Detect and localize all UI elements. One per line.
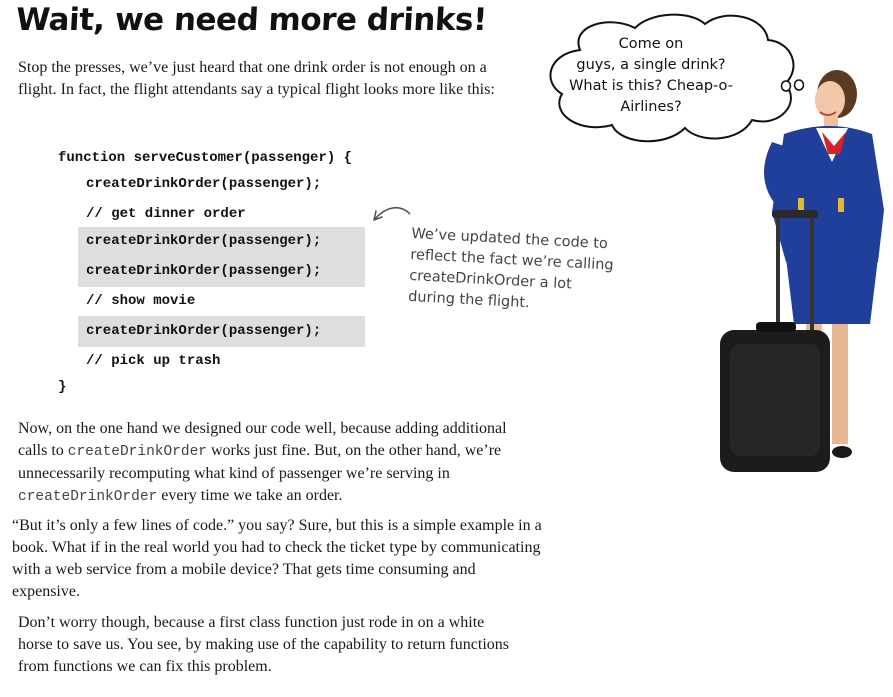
code-line: function serveCustomer(passenger) { (58, 150, 353, 166)
paragraph-3: “But it’s only a few lines of code.” you… (12, 517, 542, 600)
margin-annotation: We’ve updated the code to reflect the fa… (407, 225, 614, 312)
intro-paragraph: Stop the presses, we’ve just heard that … (18, 59, 495, 98)
inline-code: createDrinkOrder (67, 444, 207, 460)
code-line: } (58, 379, 67, 395)
code-line: // get dinner order (86, 206, 246, 222)
code-line: createDrinkOrder(passenger); (86, 176, 322, 192)
inline-code: createDrinkOrder (18, 489, 158, 505)
code-line: createDrinkOrder(passenger); (86, 263, 322, 279)
code-line: // pick up trash (86, 353, 221, 369)
code-line: createDrinkOrder(passenger); (86, 323, 322, 339)
curved-arrow-icon (373, 207, 411, 221)
code-line: // show movie (86, 293, 196, 309)
page-title: Wait, we need more drinks! (15, 2, 488, 38)
paragraph-4: Don’t worry though, because a first clas… (18, 614, 510, 675)
paragraph-2: Now, on the one hand we designed our cod… (18, 420, 507, 505)
flight-attendant-illustration (720, 70, 884, 472)
code-line: createDrinkOrder(passenger); (86, 233, 322, 249)
